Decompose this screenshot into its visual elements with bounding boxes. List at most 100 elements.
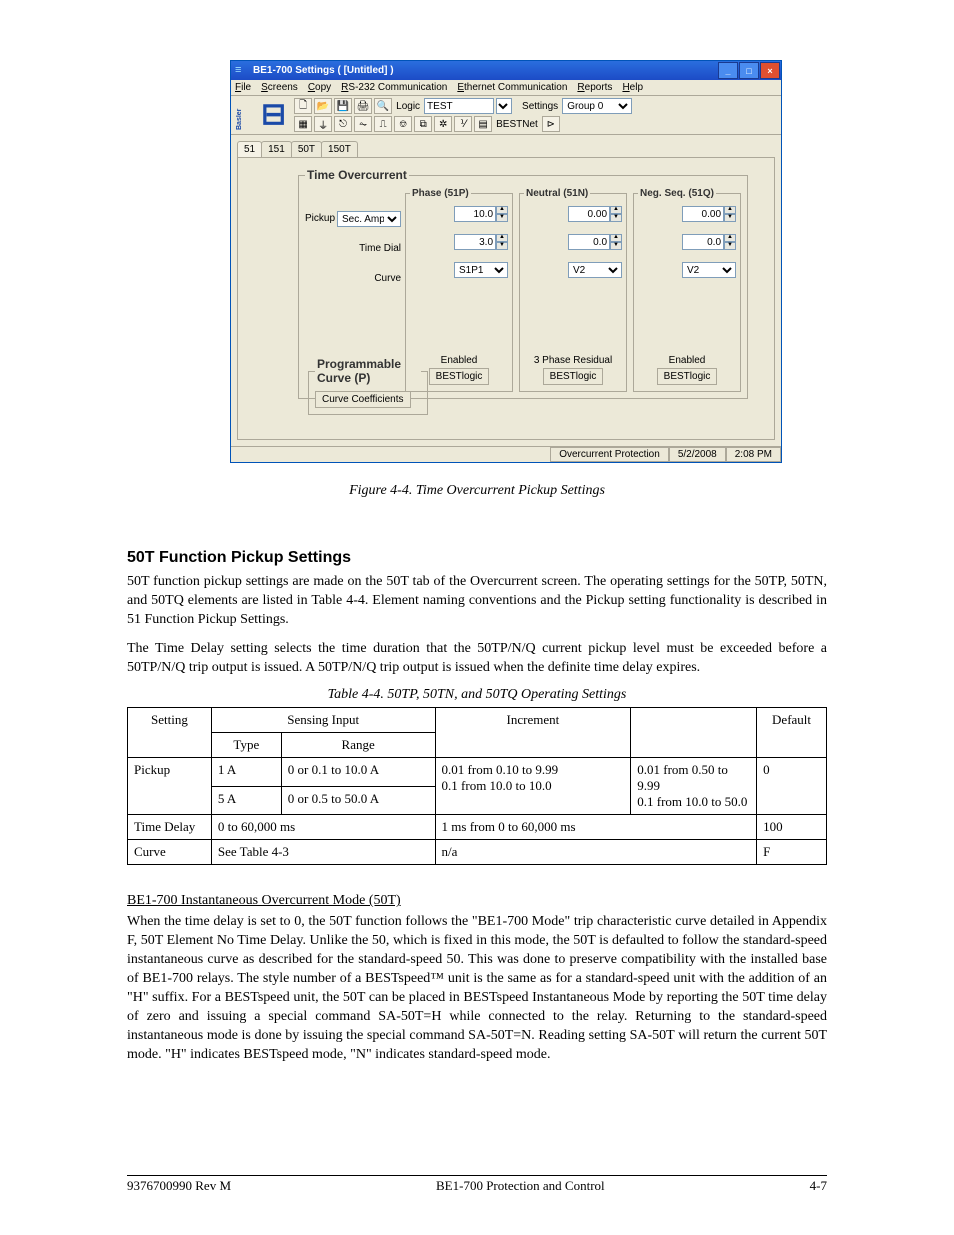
menu-copy[interactable]: Copy <box>308 82 331 93</box>
tab-51[interactable]: 51 <box>237 141 262 157</box>
close-button[interactable]: × <box>760 62 780 79</box>
phase-timedial-input[interactable] <box>454 234 496 250</box>
tab-panel: Time Overcurrent Pickup Sec. Amps Time D… <box>237 157 775 440</box>
down-icon[interactable]: ▼ <box>610 214 622 222</box>
phase-legend: Phase (51P) <box>410 188 471 199</box>
paragraph: 50T function pickup settings are made on… <box>127 573 827 630</box>
footer-left: 9376700990 Rev M <box>127 1178 231 1194</box>
curve-coefficients-button[interactable]: Curve Coefficients <box>315 391 411 408</box>
th-range: Range <box>281 733 435 758</box>
phase-curve-select[interactable]: S1P1 <box>454 262 508 278</box>
basler-logo-icon: ⊟ <box>261 105 286 125</box>
menu-reports[interactable]: Reports <box>577 82 612 93</box>
phase-pickup-input[interactable] <box>454 206 496 222</box>
negseq-timedial-input[interactable] <box>682 234 724 250</box>
save-file-icon[interactable]: 💾 <box>334 98 352 114</box>
th-type: Type <box>211 733 281 758</box>
menu-screens[interactable]: Screens <box>261 82 298 93</box>
logic-select[interactable] <box>496 98 512 114</box>
tool-icon-2[interactable]: ⏚ <box>314 116 332 132</box>
bestnet-icon[interactable]: ⊳ <box>542 116 560 132</box>
negseq-pickup-input[interactable] <box>682 206 724 222</box>
print-icon[interactable]: 🖨 <box>354 98 372 114</box>
status-date: 5/2/2008 <box>669 447 726 462</box>
neutral-bestlogic-button[interactable]: BESTlogic <box>543 368 604 385</box>
down-icon[interactable]: ▼ <box>724 214 736 222</box>
page-footer: 9376700990 Rev M BE1-700 Protection and … <box>127 1175 827 1194</box>
table-row: Time Delay 0 to 60,000 ms 1 ms from 0 to… <box>128 815 827 840</box>
subsection-heading: BE1-700 Instantaneous Overcurrent Mode (… <box>127 893 827 909</box>
progcurve-legend: Programmable Curve (P) <box>315 357 421 385</box>
preview-icon[interactable]: 🔍 <box>374 98 392 114</box>
negseq-legend: Neg. Seq. (51Q) <box>638 188 716 199</box>
neutral-curve-select[interactable]: V2 <box>568 262 622 278</box>
logic-input[interactable] <box>424 98 494 114</box>
negseq-bestlogic-button[interactable]: BESTlogic <box>657 368 718 385</box>
down-icon[interactable]: ▼ <box>724 242 736 250</box>
th-sensing: Sensing Input <box>211 708 435 733</box>
down-icon[interactable]: ▼ <box>496 242 508 250</box>
neutral-pickup-input[interactable] <box>568 206 610 222</box>
th-default <box>631 708 757 758</box>
up-icon[interactable]: ▲ <box>496 234 508 242</box>
negseq-footer-1: Enabled <box>638 355 736 366</box>
tool-icon-10[interactable]: ▤ <box>474 116 492 132</box>
new-file-icon[interactable]: 🗋 <box>294 98 312 114</box>
down-icon[interactable]: ▼ <box>610 242 622 250</box>
table-row: Pickup 1 A 0 or 0.1 to 10.0 A 0.01 from … <box>128 758 827 787</box>
toolbar: Basler ⊟ 🗋 📂 💾 🖨 🔍 Logic Settings Group … <box>231 96 781 135</box>
tool-icon-3[interactable]: ⎋ <box>334 116 352 132</box>
maximize-button[interactable]: □ <box>739 62 759 79</box>
app-window: ≡ BE1-700 Settings ( [Untitled] ) _ □ × … <box>230 60 782 463</box>
menu-file[interactable]: File <box>235 82 251 93</box>
menu-rs232[interactable]: RS-232 Communication <box>341 82 447 93</box>
neutral-timedial-input[interactable] <box>568 234 610 250</box>
section-heading: 50T Function Pickup Settings <box>127 549 827 567</box>
programmable-curve-group: Programmable Curve (P) Curve Coefficient… <box>308 357 428 415</box>
tool-icon-8[interactable]: ✲ <box>434 116 452 132</box>
tab-50t[interactable]: 50T <box>291 141 322 157</box>
settings-label: Settings <box>522 101 558 112</box>
footer-right: 4-7 <box>810 1178 827 1194</box>
menu-help[interactable]: Help <box>622 82 643 93</box>
up-icon[interactable]: ▲ <box>724 206 736 214</box>
tool-icon-6[interactable]: ⎊ <box>394 116 412 132</box>
pickup-units-select[interactable]: Sec. Amps <box>337 211 401 227</box>
tool-icon-4[interactable]: ⏦ <box>354 116 372 132</box>
statusbar: Overcurrent Protection 5/2/2008 2:08 PM <box>231 446 781 462</box>
logic-label: Logic <box>396 101 420 112</box>
tool-icon-5[interactable]: ⎍ <box>374 116 392 132</box>
tool-icon-7[interactable]: ⧉ <box>414 116 432 132</box>
down-icon[interactable]: ▼ <box>496 214 508 222</box>
settings-table: Setting Sensing Input Increment Default … <box>127 707 827 865</box>
up-icon[interactable]: ▲ <box>610 234 622 242</box>
up-icon[interactable]: ▲ <box>610 206 622 214</box>
table-caption: Table 4-4. 50TP, 50TN, and 50TQ Operatin… <box>127 687 827 703</box>
time-dial-label: Time Dial <box>359 240 401 258</box>
minimize-button[interactable]: _ <box>718 62 738 79</box>
status-time: 2:08 PM <box>726 447 781 462</box>
app-icon: ≡ <box>235 64 249 78</box>
tool-icon-9[interactable]: ⅟ <box>454 116 472 132</box>
open-file-icon[interactable]: 📂 <box>314 98 332 114</box>
window-title: BE1-700 Settings ( [Untitled] ) <box>253 65 718 76</box>
negseq-curve-select[interactable]: V2 <box>682 262 736 278</box>
up-icon[interactable]: ▲ <box>496 206 508 214</box>
tool-icon-1[interactable]: ▦ <box>294 116 312 132</box>
th-default2: Default <box>757 708 827 758</box>
status-context: Overcurrent Protection <box>550 447 669 462</box>
th-increment: Increment <box>435 708 631 758</box>
tab-150t[interactable]: 150T <box>321 141 358 157</box>
settings-group-select[interactable]: Group 0 <box>562 98 632 114</box>
menu-ethernet[interactable]: Ethernet Communication <box>457 82 567 93</box>
neutral-legend: Neutral (51N) <box>524 188 590 199</box>
phase-bestlogic-button[interactable]: BESTlogic <box>429 368 490 385</box>
paragraph: When the time delay is set to 0, the 50T… <box>127 913 827 1064</box>
figure-caption: Figure 4-4. Time Overcurrent Pickup Sett… <box>127 483 827 499</box>
footer-center: BE1-700 Protection and Control <box>436 1178 605 1194</box>
tab-151[interactable]: 151 <box>261 141 292 157</box>
paragraph: The Time Delay setting selects the time … <box>127 640 827 678</box>
pickup-label: Pickup <box>305 210 335 228</box>
th-setting: Setting <box>128 708 212 758</box>
up-icon[interactable]: ▲ <box>724 234 736 242</box>
